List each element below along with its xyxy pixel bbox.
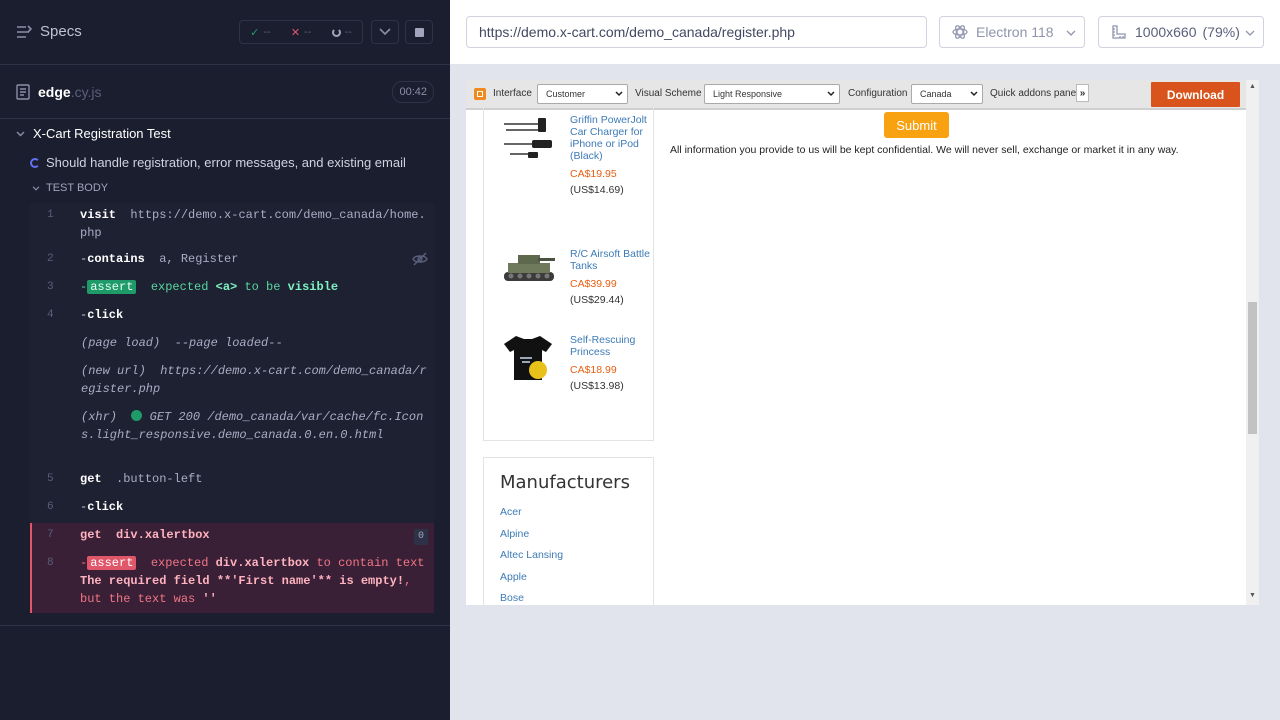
product-price: CA$39.99	[570, 278, 617, 290]
manufacturer-link[interactable]: Apple	[500, 571, 527, 583]
suite-row[interactable]: X-Cart Registration Test	[16, 126, 171, 141]
product-sidebar: Griffin PowerJolt Car Charger for iPhone…	[483, 100, 654, 441]
scheme-select[interactable]: Light Responsive	[704, 84, 840, 104]
failed-stat: ✕ --	[290, 26, 312, 39]
specs-header: Specs ✓ -- ✕ -- --	[0, 0, 450, 65]
event-xhr[interactable]: (xhr) GET 200 /demo_canada/var/cache/fc.…	[30, 408, 434, 462]
submit-button[interactable]: Submit	[884, 112, 949, 138]
double-chevron-right-icon[interactable]: »	[1076, 84, 1089, 102]
download-button[interactable]: Download	[1151, 82, 1240, 107]
run-duration: 00:42	[392, 81, 434, 103]
zoom-level: (79%)	[1202, 24, 1240, 40]
manufacturers-title: Manufacturers	[500, 472, 630, 493]
command-assert-failed[interactable]: 8 - assert expected div.xalertbox to cont…	[30, 554, 434, 608]
chevron-down-icon	[970, 91, 978, 97]
manufacturer-link[interactable]: Altec Lansing	[500, 549, 563, 561]
eye-slash-icon[interactable]	[412, 252, 428, 266]
running-icon	[30, 157, 40, 168]
viewport-info[interactable]: 1000x660 (79%)	[1098, 16, 1264, 48]
xcart-logo-icon	[474, 88, 486, 100]
chevron-down-icon	[32, 185, 40, 191]
command-log-panel: Specs ✓ -- ✕ -- -- edge .cy.js 00:42 X-Car…	[0, 0, 450, 720]
product-item: Griffin PowerJolt Car Charger for iPhone…	[570, 114, 650, 196]
url-text: https://demo.x-cart.com/demo_canada/regi…	[479, 24, 795, 40]
chevron-down-icon	[16, 131, 25, 136]
scroll-up-icon[interactable]: ▲	[1249, 83, 1256, 90]
product-item: Self-Rescuing Princess CA$18.99 (US$13.9…	[570, 334, 650, 392]
chevron-down-icon	[1066, 30, 1076, 36]
command-visit[interactable]: 1 visit https://demo.x-cart.com/demo_can…	[30, 206, 434, 242]
spec-file-ext: .cy.js	[70, 84, 102, 100]
privacy-notice: All information you provide to us will b…	[670, 144, 1179, 156]
test-body-toggle[interactable]: TEST BODY	[32, 182, 108, 194]
product-price-usd: (US$13.98)	[570, 380, 624, 392]
scroll-down-icon[interactable]: ▼	[1249, 592, 1256, 599]
spec-file-row[interactable]: edge .cy.js 00:42	[16, 80, 434, 104]
element-count-badge: 0	[414, 529, 428, 545]
test-stats: ✓ -- ✕ -- --	[239, 20, 363, 44]
browser-name: Electron 118	[976, 24, 1054, 40]
page-scrollbar[interactable]: ▲ ▼	[1246, 80, 1259, 605]
app-preview: https://demo.x-cart.com/demo_canada/regi…	[450, 0, 1280, 720]
interface-label: Interface	[493, 88, 532, 99]
tank-image[interactable]	[502, 248, 556, 289]
product-name-link[interactable]: Self-Rescuing Princess	[570, 334, 650, 358]
addons-label: Quick addons panel	[990, 88, 1079, 99]
viewport-size: 1000x660	[1135, 24, 1197, 40]
test-row[interactable]: Should handle registration, error messag…	[30, 155, 406, 170]
assert-badge: assert	[87, 556, 137, 570]
manufacturers-box: Manufacturers Acer Alpine Altec Lansing …	[483, 457, 654, 605]
status-dot-icon	[131, 410, 143, 421]
failed-commands: 7 get div.xalertbox 0 8 - assert expected…	[30, 523, 434, 613]
list-icon	[17, 24, 32, 38]
pending-stat: --	[331, 26, 352, 38]
aut-iframe: Interface Customer Visual Scheme Light R…	[466, 80, 1259, 605]
event-new-url[interactable]: (new url) https://demo.x-cart.com/demo_c…	[30, 362, 434, 398]
test-title: Should handle registration, error messag…	[46, 155, 406, 170]
product-price-usd: (US$29.44)	[570, 294, 624, 306]
browser-selector[interactable]: Electron 118	[939, 16, 1085, 48]
command-list: 1 visit https://demo.x-cart.com/demo_can…	[30, 203, 434, 613]
test-body-label: TEST BODY	[46, 182, 109, 194]
chevron-down-icon	[615, 91, 623, 97]
check-icon: ✓	[250, 26, 260, 39]
electron-icon	[952, 25, 968, 39]
divider	[0, 625, 450, 626]
divider	[0, 118, 450, 119]
product-name-link[interactable]: R/C Airsoft Battle Tanks	[570, 248, 650, 272]
pending-icon	[331, 27, 341, 37]
cross-icon: ✕	[290, 26, 301, 39]
stop-button[interactable]	[405, 20, 433, 44]
product-name-link[interactable]: Griffin PowerJolt Car Charger for iPhone…	[570, 114, 650, 162]
chevron-down-icon	[379, 28, 391, 36]
scrollbar-thumb[interactable]	[1248, 302, 1257, 434]
scheme-label: Visual Scheme	[635, 88, 702, 99]
command-arg: https://demo.x-cart.com/demo_canada/home…	[80, 208, 426, 240]
assert-badge: assert	[87, 280, 137, 294]
product-price-usd: (US$14.69)	[570, 184, 624, 196]
spec-file-name: edge	[38, 84, 71, 100]
chevron-down-icon	[1245, 30, 1255, 36]
ruler-icon	[1112, 25, 1126, 39]
suite-title: X-Cart Registration Test	[33, 126, 171, 141]
preview-toolbar: https://demo.x-cart.com/demo_canada/regi…	[450, 0, 1280, 64]
manufacturer-link[interactable]: Bose	[500, 592, 524, 604]
chevron-down-icon	[827, 91, 835, 97]
config-select[interactable]: Canada	[911, 84, 983, 104]
document-icon	[16, 84, 30, 100]
car-charger-image[interactable]	[502, 116, 554, 167]
passed-stat: ✓ --	[250, 26, 271, 39]
product-item: R/C Airsoft Battle Tanks CA$39.99 (US$29…	[570, 248, 650, 306]
specs-label: Specs	[40, 23, 82, 40]
specs-toggle[interactable]: Specs	[16, 23, 82, 40]
manufacturer-link[interactable]: Acer	[500, 506, 522, 518]
manufacturer-link[interactable]: Alpine	[500, 528, 529, 540]
stop-icon	[414, 27, 424, 37]
config-label: Configuration	[848, 88, 908, 99]
url-bar[interactable]: https://demo.x-cart.com/demo_canada/regi…	[466, 16, 927, 48]
expand-collapse-button[interactable]	[371, 20, 399, 44]
product-price: CA$18.99	[570, 364, 617, 376]
t-shirt-image[interactable]	[502, 332, 554, 389]
product-price: CA$19.95	[570, 168, 617, 180]
